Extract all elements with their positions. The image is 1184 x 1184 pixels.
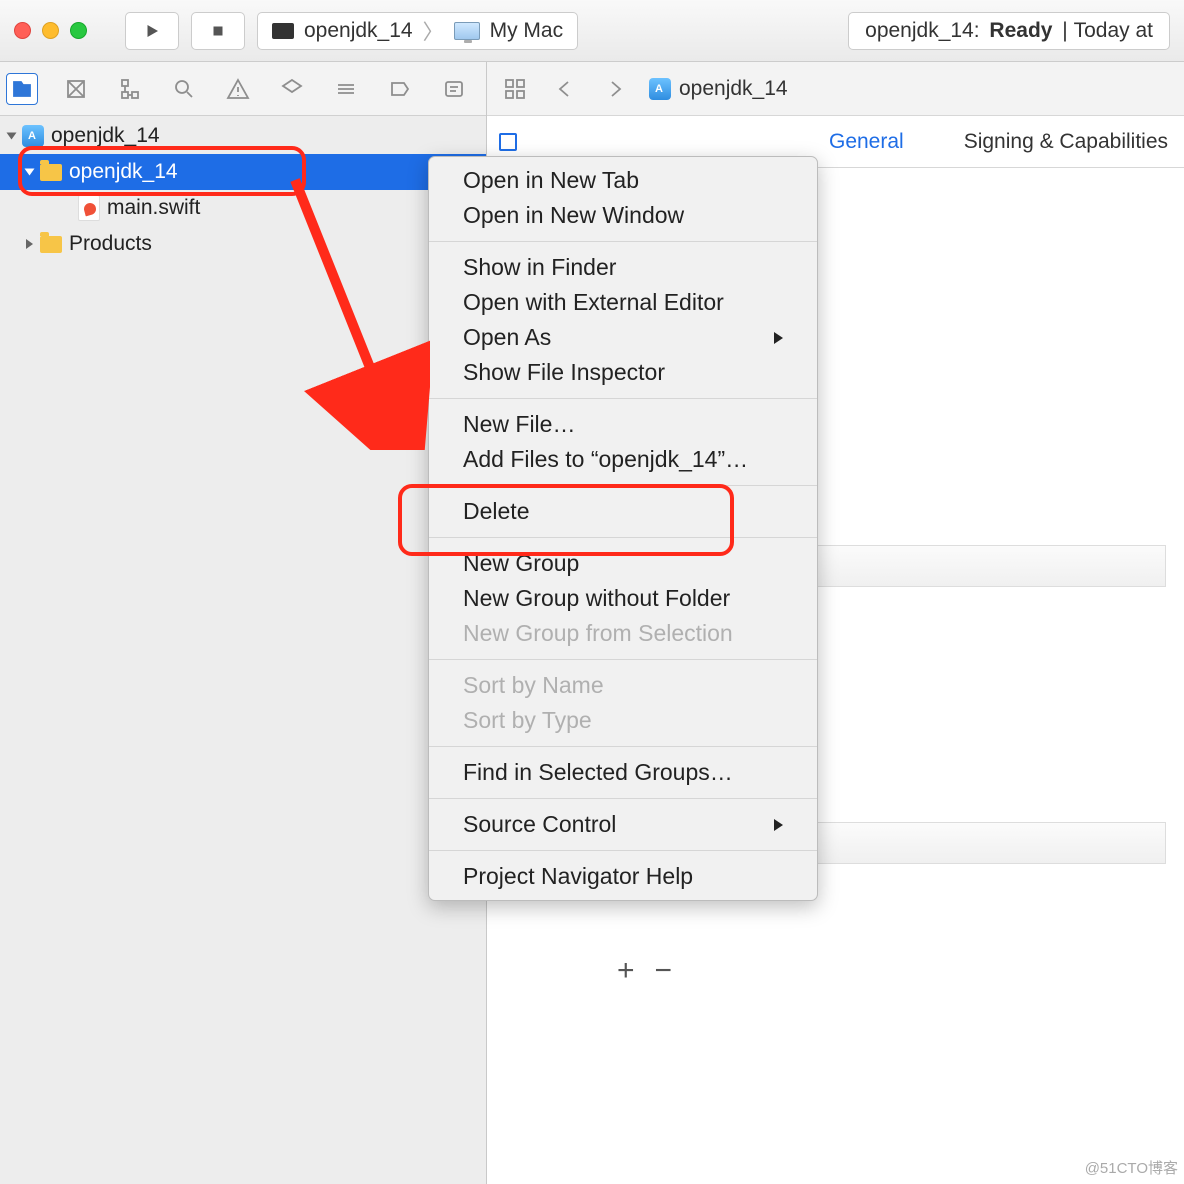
tree-folder-selected[interactable]: openjdk_14 [0, 154, 486, 190]
cm-delete[interactable]: Delete [429, 494, 817, 529]
symbol-navigator-tab[interactable] [114, 73, 146, 105]
cm-open-external[interactable]: Open with External Editor [429, 285, 817, 320]
submenu-arrow-icon [774, 332, 783, 344]
tree-folder-label: openjdk_14 [69, 160, 178, 184]
cm-open-new-tab[interactable]: Open in New Tab [429, 163, 817, 198]
navigator-tab-bar [0, 62, 486, 116]
cm-show-in-finder[interactable]: Show in Finder [429, 250, 817, 285]
cm-sort-name: Sort by Name [429, 668, 817, 703]
nav-forward-button[interactable] [599, 73, 631, 105]
status-bar: openjdk_14: Ready | Today at [848, 12, 1170, 50]
editor-nav-bar: openjdk_14 [487, 62, 1184, 116]
target-list-toggle-icon[interactable] [499, 133, 517, 151]
debug-navigator-tab[interactable] [330, 73, 362, 105]
navigator-sidebar: openjdk_14 openjdk_14 main.swift Product… [0, 62, 486, 1184]
tree-products[interactable]: Products [0, 226, 486, 262]
disclosure-arrow-icon [25, 169, 35, 176]
cm-new-group-no-folder[interactable]: New Group without Folder [429, 581, 817, 616]
cm-add-files[interactable]: Add Files to “openjdk_14”… [429, 442, 817, 477]
remove-button[interactable]: − [655, 954, 673, 988]
test-navigator-tab[interactable] [276, 73, 308, 105]
tab-signing[interactable]: Signing & Capabilities [960, 120, 1172, 164]
status-sep: | [1062, 19, 1067, 43]
disclosure-arrow-icon [26, 239, 33, 249]
cm-new-group[interactable]: New Group [429, 546, 817, 581]
issue-navigator-tab[interactable] [222, 73, 254, 105]
cm-separator [429, 398, 817, 399]
status-time: Today at [1074, 19, 1153, 43]
status-project: openjdk_14: [865, 19, 979, 43]
source-control-navigator-tab[interactable] [60, 73, 92, 105]
cm-separator [429, 537, 817, 538]
submenu-arrow-icon [774, 819, 783, 831]
minimize-window-button[interactable] [42, 22, 59, 39]
window-titlebar: openjdk_14 〉 My Mac openjdk_14: Ready | … [0, 0, 1184, 62]
nav-back-button[interactable] [549, 73, 581, 105]
project-tree: openjdk_14 openjdk_14 main.swift Product… [0, 116, 486, 1184]
breadcrumb[interactable]: openjdk_14 [649, 77, 788, 101]
find-navigator-tab[interactable] [168, 73, 200, 105]
context-menu: Open in New Tab Open in New Window Show … [428, 156, 818, 901]
chevron-right-icon: 〉 [423, 16, 444, 46]
tree-file[interactable]: main.swift [0, 190, 486, 226]
tree-root[interactable]: openjdk_14 [0, 118, 486, 154]
assets-add-remove: + − [617, 954, 1166, 988]
breakpoint-navigator-tab[interactable] [384, 73, 416, 105]
cm-sort-type: Sort by Type [429, 703, 817, 738]
swift-file-icon [78, 195, 100, 221]
breadcrumb-label: openjdk_14 [679, 77, 788, 101]
cm-separator [429, 659, 817, 660]
add-button[interactable]: + [617, 954, 635, 988]
cm-separator [429, 485, 817, 486]
cm-find-in-groups[interactable]: Find in Selected Groups… [429, 755, 817, 790]
zoom-window-button[interactable] [70, 22, 87, 39]
close-window-button[interactable] [14, 22, 31, 39]
disclosure-arrow-icon [7, 133, 17, 140]
folder-icon [40, 164, 62, 181]
cm-new-file[interactable]: New File… [429, 407, 817, 442]
device-name: My Mac [490, 19, 564, 43]
project-navigator-tab[interactable] [6, 73, 38, 105]
cm-separator [429, 850, 817, 851]
cm-show-inspector[interactable]: Show File Inspector [429, 355, 817, 390]
folder-icon [40, 236, 62, 253]
xcodeproj-icon [649, 78, 671, 100]
tab-general[interactable]: General [825, 120, 908, 164]
cm-separator [429, 241, 817, 242]
stop-button[interactable] [191, 12, 245, 50]
report-navigator-tab[interactable] [438, 73, 470, 105]
cm-open-new-window[interactable]: Open in New Window [429, 198, 817, 233]
xcodeproj-icon [22, 125, 44, 147]
cm-open-as[interactable]: Open As [429, 320, 817, 355]
cm-separator [429, 798, 817, 799]
tree-products-label: Products [69, 232, 152, 256]
cm-navigator-help[interactable]: Project Navigator Help [429, 859, 817, 894]
cm-separator [429, 746, 817, 747]
scheme-name: openjdk_14 [304, 19, 413, 43]
tree-root-label: openjdk_14 [51, 124, 160, 148]
status-state: Ready [989, 19, 1052, 43]
cm-source-control[interactable]: Source Control [429, 807, 817, 842]
scheme-selector[interactable]: openjdk_14 〉 My Mac [257, 12, 578, 50]
cm-new-group-selection: New Group from Selection [429, 616, 817, 651]
run-button[interactable] [125, 12, 179, 50]
terminal-icon [272, 23, 294, 39]
related-items-button[interactable] [499, 73, 531, 105]
mac-icon [454, 22, 480, 40]
watermark: @51CTO博客 [1085, 1157, 1178, 1178]
window-controls [14, 22, 87, 39]
tree-file-label: main.swift [107, 196, 200, 220]
